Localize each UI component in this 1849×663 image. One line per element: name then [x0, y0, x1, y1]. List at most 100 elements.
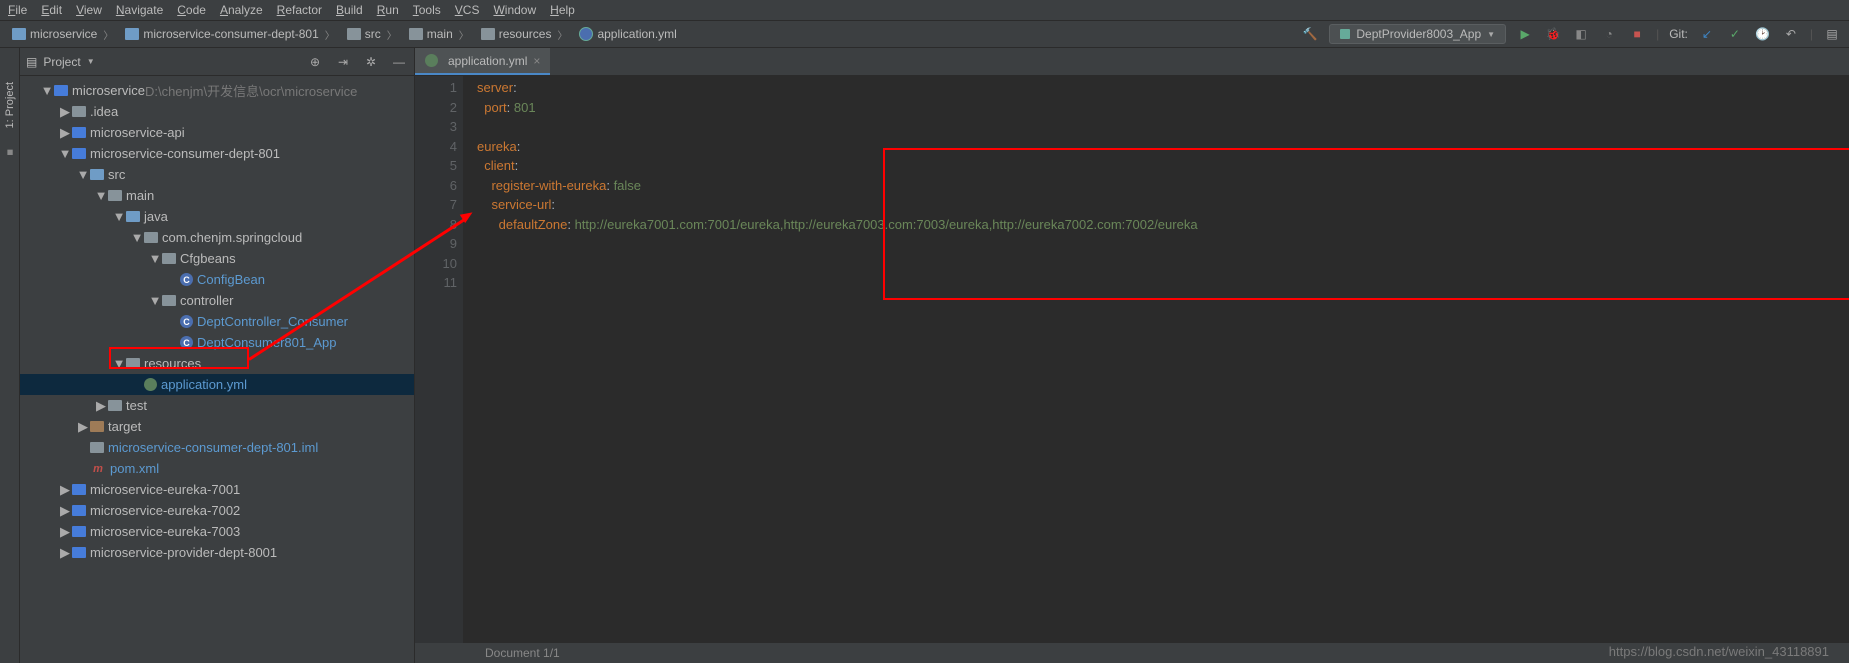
project-tool-tab[interactable]: 1: Project [4, 78, 16, 132]
gear-icon[interactable]: ✲ [362, 53, 380, 71]
breadcrumb-item[interactable]: microservice-consumer-dept-801 [121, 25, 338, 44]
tree-row[interactable]: ▶test [20, 395, 414, 416]
tree-row[interactable]: ▶microservice-eureka-7001 [20, 479, 414, 500]
tree-row[interactable]: ▶microservice-eureka-7003 [20, 521, 414, 542]
folder-icon [126, 358, 140, 369]
tree-row[interactable]: ▼ Cfgbeans [20, 248, 414, 269]
tree-toggle-icon[interactable]: ▼ [94, 188, 108, 203]
tree-row[interactable]: CConfigBean [20, 269, 414, 290]
breadcrumb-item[interactable]: microservice [8, 25, 117, 44]
project-tree[interactable]: ▼microservice D:\chenjm\开发信息\ocr\microse… [20, 76, 414, 663]
git-revert-icon[interactable]: ↶ [1782, 25, 1800, 43]
menu-window[interactable]: Window [493, 3, 536, 17]
tree-row[interactable]: ▶microservice-eureka-7002 [20, 500, 414, 521]
tree-row[interactable]: ▼src [20, 164, 414, 185]
stop-icon[interactable]: ■ [1628, 25, 1646, 43]
menu-tools[interactable]: Tools [413, 3, 441, 17]
build-icon[interactable]: 🔨 [1301, 25, 1319, 43]
menu-navigate[interactable]: Navigate [116, 3, 163, 17]
tree-row[interactable]: application.yml [20, 374, 414, 395]
line-number: 11 [415, 273, 457, 293]
breadcrumb-item[interactable]: application.yml [575, 25, 680, 43]
tree-row[interactable]: ▼com.chenjm.springcloud [20, 227, 414, 248]
menu-help[interactable]: Help [550, 3, 575, 17]
tree-row[interactable]: mpom.xml [20, 458, 414, 479]
breadcrumb-item[interactable]: src [343, 25, 401, 44]
code-line [477, 273, 1198, 293]
menu-run[interactable]: Run [377, 3, 399, 17]
menu-view[interactable]: View [76, 3, 102, 17]
tree-row[interactable]: CDeptConsumer801_App [20, 332, 414, 353]
run-icon[interactable]: ▶ [1516, 25, 1534, 43]
editor[interactable]: 1234567891011 server: port: 801 eureka: … [415, 76, 1849, 663]
tree-toggle-icon[interactable]: ▶ [58, 503, 72, 519]
project-panel-icon: ▤ [26, 55, 37, 69]
tree-row[interactable]: microservice-consumer-dept-801.iml [20, 437, 414, 458]
hide-icon[interactable]: — [390, 53, 408, 71]
tree-row[interactable]: ▶target [20, 416, 414, 437]
tree-toggle-icon[interactable]: ▼ [130, 230, 144, 245]
tree-row[interactable]: ▼resources [20, 353, 414, 374]
tree-toggle-icon[interactable]: ▶ [58, 125, 72, 141]
menu-file[interactable]: File [8, 3, 27, 17]
folder-icon [481, 28, 495, 40]
tree-label: controller [180, 293, 233, 308]
tree-toggle-icon[interactable]: ▼ [148, 251, 162, 266]
tree-row[interactable]: ▼java [20, 206, 414, 227]
git-update-icon[interactable]: ↙ [1698, 25, 1716, 43]
tree-toggle-icon[interactable]: ▶ [58, 545, 72, 561]
menu-code[interactable]: Code [177, 3, 206, 17]
tree-toggle-icon[interactable]: ▼ [58, 146, 72, 161]
chevron-down-icon[interactable]: ▼ [87, 57, 95, 66]
git-history-icon[interactable]: 🕑 [1754, 25, 1772, 43]
tree-row[interactable]: ▼ controller [20, 290, 414, 311]
code-line: service-url: [477, 195, 1198, 215]
tree-label: Cfgbeans [180, 251, 236, 266]
tree-toggle-icon[interactable]: ▶ [58, 524, 72, 540]
locate-icon[interactable]: ⊕ [306, 53, 324, 71]
module-icon [125, 28, 139, 40]
close-icon[interactable]: × [533, 54, 540, 68]
git-commit-icon[interactable]: ✓ [1726, 25, 1744, 43]
debug-icon[interactable]: 🐞 [1544, 25, 1562, 43]
tree-row[interactable]: ▼microservice-consumer-dept-801 [20, 143, 414, 164]
project-panel: ▤ Project ▼ ⊕ ⇥ ✲ — ▼microservice D:\che… [20, 48, 415, 663]
tree-toggle-icon[interactable]: ▼ [40, 83, 54, 98]
tree-toggle-icon[interactable]: ▶ [76, 419, 90, 435]
tab-application-yml[interactable]: application.yml × [415, 48, 550, 75]
menu-vcs[interactable]: VCS [455, 3, 480, 17]
menu-analyze[interactable]: Analyze [220, 3, 263, 17]
menu-edit[interactable]: Edit [41, 3, 62, 17]
tree-toggle-icon[interactable]: ▼ [112, 209, 126, 224]
tree-row[interactable]: ▼microservice D:\chenjm\开发信息\ocr\microse… [20, 80, 414, 101]
folder-icon [347, 28, 361, 40]
run-configuration-select[interactable]: DeptProvider8003_App ▼ [1329, 24, 1506, 44]
coverage-icon[interactable]: ◧ [1572, 25, 1590, 43]
menu-build[interactable]: Build [336, 3, 363, 17]
tree-label: ConfigBean [197, 272, 265, 287]
tree-toggle-icon[interactable]: ▶ [58, 482, 72, 498]
tree-label: microservice-consumer-dept-801.iml [108, 440, 318, 455]
code-content[interactable]: server: port: 801 eureka: client: regist… [463, 76, 1198, 663]
tree-toggle-icon[interactable]: ▼ [76, 167, 90, 182]
tree-toggle-icon[interactable]: ▼ [112, 356, 126, 371]
tree-row[interactable]: CDeptController_Consumer [20, 311, 414, 332]
tree-toggle-icon[interactable]: ▶ [58, 104, 72, 120]
line-number: 8 [415, 215, 457, 235]
structure-tool-tab[interactable]: ■ [4, 142, 16, 162]
tree-row[interactable]: ▶microservice-api [20, 122, 414, 143]
profiler-icon[interactable]: ◔ [1600, 25, 1618, 43]
tree-row[interactable]: ▼main [20, 185, 414, 206]
tree-row[interactable]: ▶microservice-provider-dept-8001 [20, 542, 414, 563]
folder-blue-icon [126, 211, 140, 222]
folder-icon [108, 400, 122, 411]
breadcrumb-item[interactable]: main [405, 25, 473, 44]
tree-toggle-icon[interactable]: ▼ [148, 293, 162, 308]
tree-toggle-icon[interactable]: ▶ [94, 398, 108, 414]
breadcrumb-item[interactable]: resources [477, 25, 572, 44]
search-icon[interactable]: ▤ [1823, 25, 1841, 43]
menu-bar: File Edit View Navigate Code Analyze Refactor B… [0, 0, 1849, 20]
tree-row[interactable]: ▶.idea [20, 101, 414, 122]
menu-refactor[interactable]: Refactor [277, 3, 322, 17]
collapse-icon[interactable]: ⇥ [334, 53, 352, 71]
